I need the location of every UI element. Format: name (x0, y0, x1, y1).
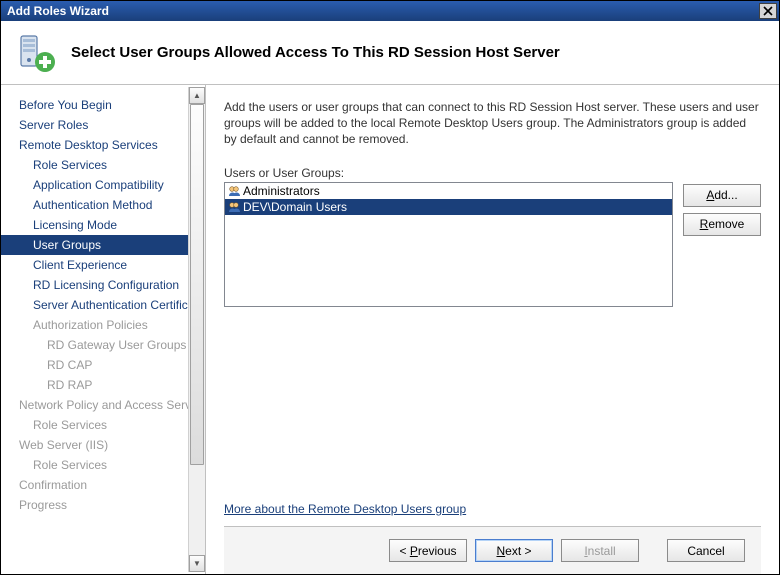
group-icon (227, 184, 241, 198)
group-icon (227, 200, 241, 214)
page-title: Select User Groups Allowed Access To Thi… (71, 44, 560, 61)
cancel-button[interactable]: Cancel (667, 539, 745, 562)
previous-button[interactable]: < Previous (389, 539, 467, 562)
nav-item: Authorization Policies (1, 315, 188, 335)
nav-item[interactable]: Server Authentication Certificate (1, 295, 188, 315)
wizard-footer: < Previous Next > Install Cancel (224, 526, 761, 574)
scroll-up-button[interactable]: ▲ (189, 87, 205, 104)
server-plus-icon (15, 32, 57, 74)
user-groups-label: Users or User Groups: (224, 166, 673, 180)
user-groups-list-wrap: Users or User Groups: Administrators DEV\… (224, 166, 673, 307)
description-text: Add the users or user groups that can co… (224, 99, 761, 148)
nav-item[interactable]: User Groups (1, 235, 188, 255)
user-groups-area: Users or User Groups: Administrators DEV\… (224, 166, 761, 307)
nav-list: Before You BeginServer RolesRemote Deskt… (1, 95, 205, 515)
nav-item[interactable]: Authentication Method (1, 195, 188, 215)
window-title: Add Roles Wizard (7, 4, 759, 18)
nav-item[interactable]: Client Experience (1, 255, 188, 275)
nav-item: Progress (1, 495, 188, 515)
user-group-item[interactable]: Administrators (225, 183, 672, 199)
nav-item[interactable]: Application Compatibility (1, 175, 188, 195)
nav-item: Web Server (IIS) (1, 435, 188, 455)
nav-item: Confirmation (1, 475, 188, 495)
close-icon (763, 6, 773, 16)
nav-item[interactable]: Remote Desktop Services (1, 135, 188, 155)
nav-item: RD RAP (1, 375, 188, 395)
scroll-thumb[interactable] (190, 104, 204, 465)
nav-item[interactable]: RD Licensing Configuration (1, 275, 188, 295)
nav-item: Role Services (1, 455, 188, 475)
list-buttons: Add... Remove (683, 166, 761, 307)
nav-item[interactable]: Server Roles (1, 115, 188, 135)
nav-item[interactable]: Licensing Mode (1, 215, 188, 235)
next-button[interactable]: Next > (475, 539, 553, 562)
wizard-header: Select User Groups Allowed Access To Thi… (1, 21, 779, 85)
nav-item[interactable]: Role Services (1, 155, 188, 175)
nav-item: RD CAP (1, 355, 188, 375)
user-group-item[interactable]: DEV\Domain Users (225, 199, 672, 215)
wizard-window: Add Roles Wizard Select User Groups Allo… (0, 0, 780, 575)
remove-button[interactable]: Remove (683, 213, 761, 236)
nav-item: RD Gateway User Groups (1, 335, 188, 355)
sidebar-scrollbar[interactable]: ▲ ▼ (188, 87, 205, 572)
nav-item[interactable]: Before You Begin (1, 95, 188, 115)
install-button: Install (561, 539, 639, 562)
more-info-link[interactable]: More about the Remote Desktop Users grou… (224, 502, 761, 516)
scroll-down-button[interactable]: ▼ (189, 555, 205, 572)
titlebar: Add Roles Wizard (1, 1, 779, 21)
add-button[interactable]: Add... (683, 184, 761, 207)
main-panel: Add the users or user groups that can co… (206, 85, 779, 574)
user-group-name: Administrators (243, 184, 320, 198)
scroll-track[interactable] (189, 104, 205, 555)
sidebar: Before You BeginServer RolesRemote Deskt… (1, 85, 206, 574)
user-group-name: DEV\Domain Users (243, 200, 347, 214)
user-groups-listbox[interactable]: Administrators DEV\Domain Users (224, 182, 673, 307)
wizard-body: Before You BeginServer RolesRemote Deskt… (1, 85, 779, 574)
nav-item: Role Services (1, 415, 188, 435)
nav-item: Network Policy and Access Services (1, 395, 188, 415)
close-button[interactable] (759, 3, 777, 19)
